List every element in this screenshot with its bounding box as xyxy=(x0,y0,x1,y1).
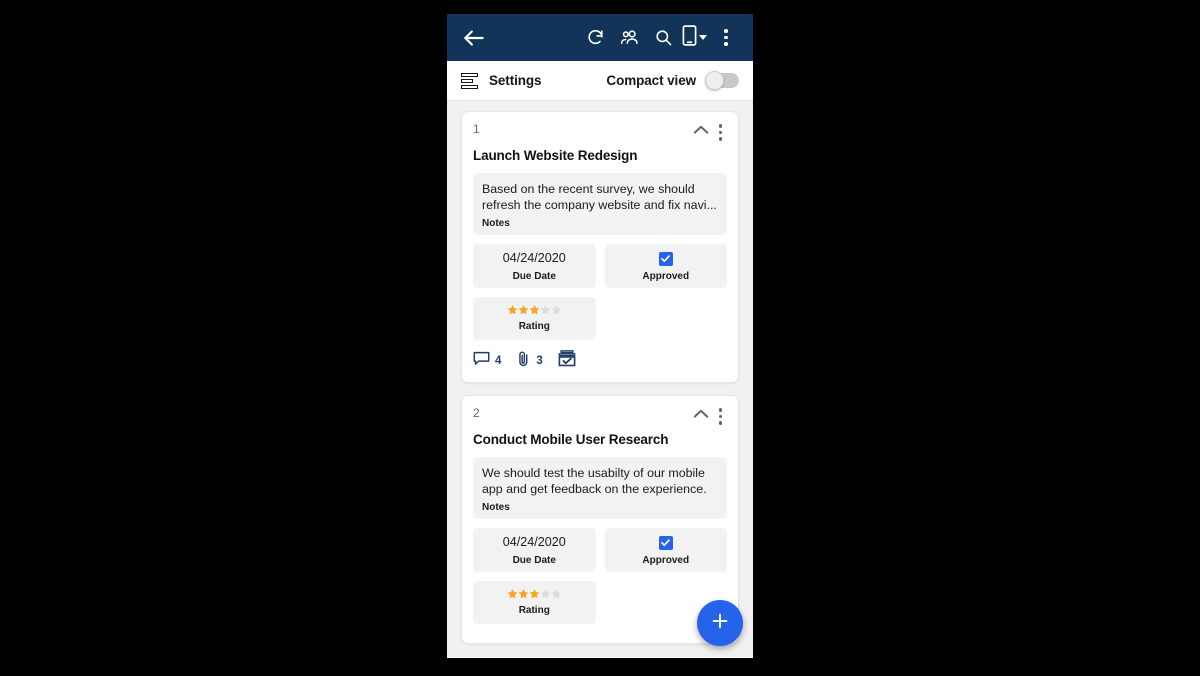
kebab-dots xyxy=(724,29,728,46)
chevron-down-icon xyxy=(699,35,707,40)
field-row: Rating xyxy=(473,297,727,340)
rating-label: Rating xyxy=(518,321,550,332)
notes-label: Notes xyxy=(482,218,510,229)
screenshot-stage: Settings Compact view 1 Launch Website R… xyxy=(0,0,1200,676)
card-footer: 4 3 xyxy=(473,350,727,372)
due-date-label: Due Date xyxy=(512,555,556,566)
star-icon xyxy=(507,589,518,599)
notes-value: We should test the usabilty of our mobil… xyxy=(482,466,707,496)
attachment-button[interactable]: 3 xyxy=(516,350,543,372)
card-title: Launch Website Redesign xyxy=(473,148,638,163)
approved-label: Approved xyxy=(642,270,690,282)
card-menu-icon[interactable] xyxy=(714,122,728,143)
settings-toolbar: Settings Compact view xyxy=(447,61,753,101)
checklist-box-icon xyxy=(558,350,576,372)
approved-field[interactable]: Approved xyxy=(604,244,727,288)
task-card[interactable]: 1 Launch Website Redesign Based on the r… xyxy=(461,111,739,383)
approved-label: Approved xyxy=(642,554,690,566)
compact-view-toggle[interactable] xyxy=(705,71,739,90)
field-row: 04/24/2020 Due Date Approved xyxy=(473,528,727,572)
field-row: 04/24/2020 Due Date Approved xyxy=(473,244,727,288)
card-index: 2 xyxy=(473,406,480,420)
star-icon xyxy=(540,589,551,599)
settings-label[interactable]: Settings xyxy=(489,73,542,88)
card-title: Conduct Mobile User Research xyxy=(473,432,669,447)
chevron-up-icon[interactable] xyxy=(688,122,714,140)
approved-field[interactable]: Approved xyxy=(604,528,727,572)
search-icon[interactable] xyxy=(648,23,678,53)
due-date-value: 04/24/2020 xyxy=(502,535,566,549)
card-header: 1 xyxy=(473,122,728,143)
mobile-device-selector[interactable] xyxy=(682,24,707,51)
star-icon xyxy=(518,589,529,599)
rating-field[interactable]: Rating xyxy=(473,581,596,624)
rating-field[interactable]: Rating xyxy=(473,297,596,340)
paperclip-icon xyxy=(516,350,531,372)
due-date-label: Due Date xyxy=(512,271,556,282)
notes-value: Based on the recent survey, we should re… xyxy=(482,182,717,212)
star-icon xyxy=(529,305,540,315)
people-icon[interactable] xyxy=(614,23,644,53)
card-menu-icon[interactable] xyxy=(714,406,728,427)
add-button[interactable] xyxy=(697,600,743,646)
app-bar xyxy=(447,14,753,61)
card-header: 2 xyxy=(473,406,728,427)
notes-field[interactable]: Based on the recent survey, we should re… xyxy=(473,173,727,235)
rating-stars[interactable] xyxy=(481,588,588,600)
approved-checkbox[interactable] xyxy=(658,251,673,266)
due-date-field[interactable]: 04/24/2020 Due Date xyxy=(473,528,596,572)
card-list[interactable]: 1 Launch Website Redesign Based on the r… xyxy=(447,101,753,658)
more-vertical-icon[interactable] xyxy=(711,23,741,53)
notes-label: Notes xyxy=(482,502,510,513)
arrow-left-icon[interactable] xyxy=(461,25,487,51)
card-index: 1 xyxy=(473,122,480,136)
empty-cell xyxy=(605,297,728,340)
mobile-device-icon xyxy=(682,24,697,51)
star-icon xyxy=(551,305,562,315)
rating-label: Rating xyxy=(518,605,550,616)
star-icon xyxy=(540,305,551,315)
rating-stars[interactable] xyxy=(481,304,588,316)
toggle-knob xyxy=(705,71,724,90)
attachment-count: 3 xyxy=(536,355,543,367)
star-icon xyxy=(551,589,562,599)
comment-button[interactable]: 4 xyxy=(473,351,501,372)
compact-view-label: Compact view xyxy=(606,73,696,88)
chevron-up-icon[interactable] xyxy=(688,406,714,424)
comment-icon xyxy=(473,351,490,372)
subtask-button[interactable] xyxy=(558,350,576,372)
star-icon xyxy=(529,589,540,599)
approved-checkbox[interactable] xyxy=(658,535,673,550)
due-date-field[interactable]: 04/24/2020 Due Date xyxy=(473,244,596,288)
table-rows-icon[interactable] xyxy=(461,72,478,89)
notes-field[interactable]: We should test the usabilty of our mobil… xyxy=(473,457,727,519)
mobile-device-viewport: Settings Compact view 1 Launch Website R… xyxy=(447,14,753,658)
plus-icon xyxy=(709,610,731,637)
star-icon xyxy=(507,305,518,315)
star-icon xyxy=(518,305,529,315)
due-date-value: 04/24/2020 xyxy=(502,251,566,265)
field-row: Rating xyxy=(473,581,727,624)
refresh-icon[interactable] xyxy=(580,23,610,53)
task-card[interactable]: 2 Conduct Mobile User Research We should… xyxy=(461,395,739,644)
comment-count: 4 xyxy=(495,355,502,367)
